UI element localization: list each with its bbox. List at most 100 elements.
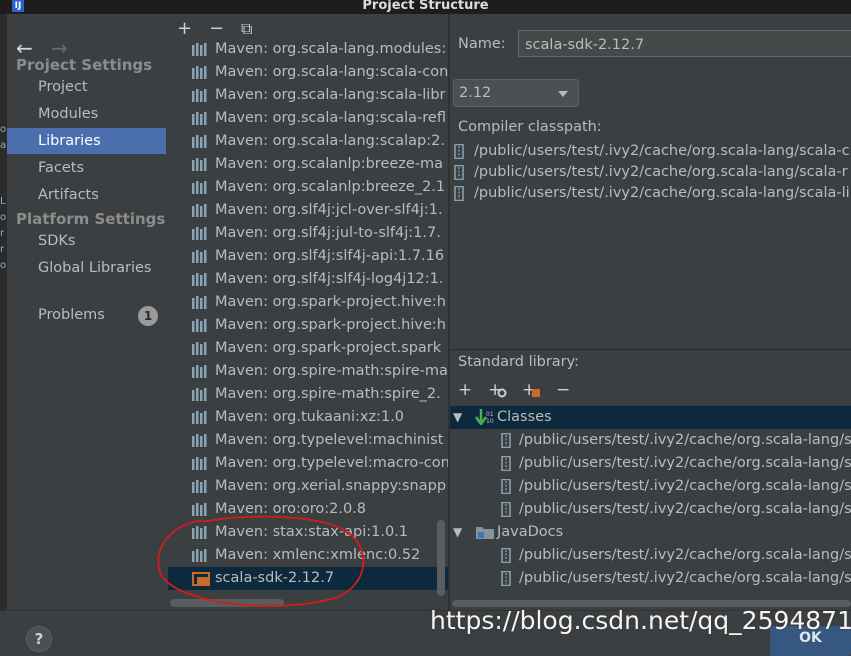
library-icon bbox=[192, 227, 207, 240]
list-item[interactable]: Maven: org.slf4j:slf4j-api:1.7.16 bbox=[168, 245, 448, 268]
library-name: Maven: org.slf4j:slf4j-log4j12:1. bbox=[215, 271, 444, 287]
remove-library-button[interactable]: − bbox=[209, 20, 224, 38]
list-item[interactable]: Maven: org.typelevel:macro-con bbox=[168, 452, 448, 475]
tree-node-classes[interactable]: ▼ 01 10 Classes bbox=[450, 406, 851, 429]
list-item[interactable]: Maven: org.slf4j:slf4j-log4j12:1. bbox=[168, 268, 448, 291]
library-list-vertical-scrollbar[interactable] bbox=[437, 520, 445, 596]
tree-leaf[interactable]: /public/users/test/.ivy2/cache/org.scala… bbox=[450, 544, 851, 567]
sidebar-item-facets[interactable]: Facets bbox=[7, 155, 166, 181]
jar-file-icon bbox=[454, 186, 464, 201]
arrow-right-icon[interactable]: → bbox=[51, 38, 68, 58]
add-library-button[interactable]: + bbox=[177, 20, 192, 38]
tree-leaf[interactable]: /public/users/test/.ivy2/cache/org.scala… bbox=[450, 498, 851, 521]
project-settings-heading: Project Settings bbox=[16, 56, 153, 74]
background-window-text: o bbox=[0, 212, 7, 223]
library-toolbar: + − ⧉ bbox=[168, 14, 448, 42]
tree-leaf[interactable]: /public/users/test/.ivy2/cache/org.scala… bbox=[450, 452, 851, 475]
help-button[interactable]: ? bbox=[26, 626, 52, 652]
tree-node-label: JavaDocs bbox=[497, 524, 564, 540]
list-item[interactable]: Maven: org.spire-math:spire-ma bbox=[168, 360, 448, 383]
tree-node-javadocs[interactable]: ▼ JavaDocs bbox=[450, 521, 851, 544]
library-name: Maven: org.spark-project.hive:h bbox=[215, 294, 446, 310]
sidebar-item-libraries[interactable]: Libraries bbox=[7, 128, 166, 154]
jar-file-icon bbox=[454, 144, 464, 159]
list-item[interactable]: Maven: org.scala-lang.modules: bbox=[168, 40, 448, 61]
list-item[interactable]: Maven: org.scala-lang:scala-refl bbox=[168, 107, 448, 130]
background-window-text: L bbox=[0, 196, 6, 207]
list-item[interactable]: Maven: org.scala-lang:scala-con bbox=[168, 61, 448, 84]
remove-root-button[interactable]: − bbox=[556, 381, 570, 399]
svg-text:01: 01 bbox=[486, 411, 494, 418]
library-icon bbox=[192, 457, 207, 470]
add-root-button[interactable]: + bbox=[458, 381, 472, 399]
jar-file-icon bbox=[454, 165, 464, 180]
arrow-left-icon[interactable]: ← bbox=[16, 38, 33, 58]
jar-file-icon bbox=[501, 433, 511, 448]
list-item[interactable]: Maven: org.spark-project.hive:h bbox=[168, 291, 448, 314]
jar-file-icon bbox=[501, 456, 511, 471]
add-jar-button[interactable]: + bbox=[522, 381, 540, 399]
root-path: /public/users/test/.ivy2/cache/org.scala… bbox=[519, 478, 851, 494]
library-name: Maven: org.spark-project.hive:h bbox=[215, 317, 446, 333]
library-name: Maven: org.spire-math:spire_2. bbox=[215, 386, 441, 402]
library-icon bbox=[192, 342, 207, 355]
list-item[interactable]: Maven: org.spark-project.spark bbox=[168, 337, 448, 360]
list-item[interactable]: Maven: org.scala-lang:scalap:2. bbox=[168, 130, 448, 153]
root-path: /public/users/test/.ivy2/cache/org.scala… bbox=[519, 432, 851, 448]
sidebar-item-global-libraries[interactable]: Global Libraries bbox=[7, 255, 166, 281]
tree-leaf[interactable]: /public/users/test/.ivy2/cache/org.scala… bbox=[450, 475, 851, 498]
list-item[interactable]: Maven: org.spire-math:spire_2. bbox=[168, 383, 448, 406]
list-item[interactable]: Maven: org.scalanlp:breeze_2.1 bbox=[168, 176, 448, 199]
library-icon bbox=[192, 204, 207, 217]
expanded-arrow-icon[interactable]: ▼ bbox=[453, 406, 462, 429]
section-divider bbox=[450, 349, 851, 350]
list-item[interactable]: Maven: org.slf4j:jul-to-slf4j:1.7. bbox=[168, 222, 448, 245]
sidebar-item-project[interactable]: Project bbox=[7, 74, 166, 100]
list-item[interactable]: Maven: org.scala-lang:scala-libr bbox=[168, 84, 448, 107]
library-name-input[interactable] bbox=[518, 30, 851, 57]
background-window-text: o bbox=[0, 260, 7, 271]
background-window-text: r bbox=[0, 228, 5, 239]
library-name: Maven: org.slf4j:slf4j-api:1.7.16 bbox=[215, 248, 445, 264]
library-icon bbox=[192, 112, 207, 125]
library-name: Maven: org.xerial.snappy:snapp bbox=[215, 478, 447, 494]
library-name: Maven: org.tukaani:xz:1.0 bbox=[215, 409, 405, 425]
sidebar-item-artifacts[interactable]: Artifacts bbox=[7, 182, 166, 208]
library-name: Maven: org.scala-lang:scala-refl bbox=[215, 110, 446, 126]
list-item[interactable]: Maven: org.slf4j:jcl-over-slf4j:1. bbox=[168, 199, 448, 222]
jar-file-icon bbox=[501, 571, 511, 586]
standard-library-label: Standard library: bbox=[458, 354, 580, 370]
list-item[interactable]: Maven: org.typelevel:machinist bbox=[168, 429, 448, 452]
copy-library-button[interactable]: ⧉ bbox=[241, 20, 252, 38]
library-icon bbox=[192, 411, 207, 424]
root-path: /public/users/test/.ivy2/cache/org.scala… bbox=[519, 547, 851, 563]
library-icon bbox=[192, 365, 207, 378]
tree-leaf[interactable]: /public/users/test/.ivy2/cache/org.scala… bbox=[450, 429, 851, 452]
sidebar-item-modules[interactable]: Modules bbox=[7, 101, 166, 127]
root-path: /public/users/test/.ivy2/cache/org.scala… bbox=[519, 455, 851, 471]
annotation-ellipse bbox=[157, 515, 365, 607]
list-item[interactable]: Maven: org.scalanlp:breeze-ma bbox=[168, 153, 448, 176]
standard-library-toolbar: + + + − bbox=[450, 378, 851, 404]
library-icon bbox=[192, 158, 207, 171]
library-icon bbox=[192, 273, 207, 286]
library-name: Maven: org.scala-lang:scala-con bbox=[215, 64, 448, 80]
tree-node-label: Classes bbox=[497, 409, 552, 425]
sidebar-item-sdks[interactable]: SDKs bbox=[7, 228, 166, 254]
library-icon bbox=[192, 89, 207, 102]
list-item[interactable]: Maven: org.spark-project.hive:h bbox=[168, 314, 448, 337]
library-icon bbox=[192, 135, 207, 148]
list-item[interactable]: Maven: org.tukaani:xz:1.0 bbox=[168, 406, 448, 429]
platform-settings-heading: Platform Settings bbox=[16, 210, 166, 228]
jar-file-icon bbox=[501, 502, 511, 517]
library-name: Maven: org.scalanlp:breeze-ma bbox=[215, 156, 444, 172]
library-icon bbox=[192, 66, 207, 79]
library-icon bbox=[192, 480, 207, 493]
add-special-root-button[interactable]: + bbox=[488, 381, 507, 399]
sidebar-item-label: Libraries bbox=[38, 133, 101, 149]
tree-leaf[interactable]: /public/users/test/.ivy2/cache/org.scala… bbox=[450, 567, 851, 590]
expanded-arrow-icon[interactable]: ▼ bbox=[453, 521, 462, 544]
list-item[interactable]: Maven: org.xerial.snappy:snapp bbox=[168, 475, 448, 498]
sidebar-item-label: SDKs bbox=[38, 233, 76, 249]
sidebar-item-label: Modules bbox=[38, 106, 99, 122]
